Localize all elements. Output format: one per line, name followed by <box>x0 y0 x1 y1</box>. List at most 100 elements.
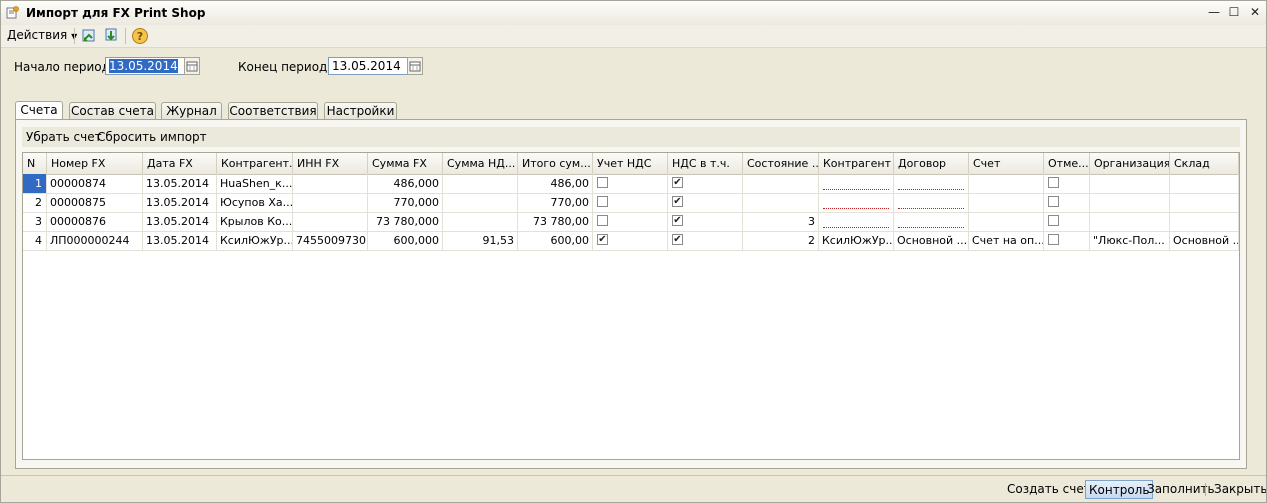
total-cell[interactable]: 770,00 <box>518 193 593 212</box>
counterparty-cell[interactable] <box>819 212 894 231</box>
vat-included-checkbox[interactable]: ✔ <box>668 174 743 193</box>
column-header[interactable]: ИНН FX <box>293 153 368 174</box>
state-cell[interactable] <box>743 174 819 193</box>
export-icon[interactable] <box>102 27 120 45</box>
column-header[interactable]: Номер FX <box>47 153 143 174</box>
mark-checkbox[interactable] <box>1044 174 1090 193</box>
remove-invoice-button[interactable]: Убрать счет <box>26 130 102 144</box>
account-cell[interactable] <box>969 193 1044 212</box>
vat-included-checkbox[interactable]: ✔ <box>668 231 743 250</box>
checkbox[interactable]: ✔ <box>672 234 683 245</box>
counterparty-cell[interactable] <box>819 193 894 212</box>
tab-settings[interactable]: Настройки <box>324 102 397 119</box>
organization-cell[interactable] <box>1090 174 1170 193</box>
fx-counterparty-cell[interactable]: Крылов Ко... <box>217 212 293 231</box>
checkbox[interactable] <box>597 215 608 226</box>
fx-date-cell[interactable]: 13.05.2014 <box>143 174 217 193</box>
import-icon[interactable] <box>80 27 98 45</box>
vat-account-checkbox[interactable]: ✔ <box>593 231 668 250</box>
close-window-button[interactable]: ✕ <box>1247 5 1263 20</box>
tab-invoice-items[interactable]: Состав счета <box>69 102 156 119</box>
calendar-button[interactable] <box>407 57 423 75</box>
end-date-field[interactable]: 13.05.2014 <box>328 57 408 75</box>
contract-cell[interactable] <box>894 174 969 193</box>
total-cell[interactable]: 73 780,00 <box>518 212 593 231</box>
vat-account-checkbox[interactable] <box>593 174 668 193</box>
counterparty-cell[interactable]: КсилЮжУр... <box>819 231 894 250</box>
reset-import-button[interactable]: Сбросить импорт <box>97 130 207 144</box>
column-header[interactable]: Счет <box>969 153 1044 174</box>
tab-invoices[interactable]: Счета <box>15 101 63 120</box>
tab-mappings[interactable]: Соответствия <box>228 102 318 119</box>
organization-cell[interactable] <box>1090 212 1170 231</box>
column-header[interactable]: Контрагент... <box>217 153 293 174</box>
mark-checkbox[interactable] <box>1044 231 1090 250</box>
column-header[interactable]: Отме... <box>1044 153 1090 174</box>
checkbox[interactable] <box>1048 215 1059 226</box>
column-header[interactable]: Состояние ... <box>743 153 819 174</box>
vat-included-checkbox[interactable]: ✔ <box>668 212 743 231</box>
fill-button[interactable]: Заполнить <box>1144 480 1218 499</box>
fx-sum-cell[interactable]: 600,000 <box>368 231 443 250</box>
column-header[interactable]: Организация <box>1090 153 1170 174</box>
fx-number-cell[interactable]: 00000874 <box>47 174 143 193</box>
fx-date-cell[interactable]: 13.05.2014 <box>143 231 217 250</box>
column-header[interactable]: Учет НДС <box>593 153 668 174</box>
close-button[interactable]: Закрыть <box>1211 480 1266 499</box>
warehouse-cell[interactable] <box>1170 174 1239 193</box>
tab-journal[interactable]: Журнал <box>161 102 222 119</box>
vat-sum-cell[interactable] <box>443 212 518 231</box>
column-header[interactable]: Дата FX <box>143 153 217 174</box>
column-header[interactable]: Сумма FX <box>368 153 443 174</box>
checkbox[interactable]: ✔ <box>672 196 683 207</box>
contract-cell[interactable]: Основной ... <box>894 231 969 250</box>
vat-sum-cell[interactable]: 91,53 <box>443 231 518 250</box>
invoices-table[interactable]: N Номер FX Дата FX Контрагент... ИНН FX Сумма… <box>22 152 1240 460</box>
mark-checkbox[interactable] <box>1044 212 1090 231</box>
minimize-button[interactable]: — <box>1206 5 1222 20</box>
vat-account-checkbox[interactable] <box>593 193 668 212</box>
checkbox[interactable] <box>1048 177 1059 188</box>
actions-menu[interactable]: Действия ▼ <box>7 28 77 42</box>
total-cell[interactable]: 486,00 <box>518 174 593 193</box>
contract-cell[interactable] <box>894 212 969 231</box>
table-row[interactable]: 2 00000875 13.05.2014 Юсупов Ха... 770,000 77… <box>23 193 1239 213</box>
fx-inn-cell[interactable] <box>293 174 368 193</box>
start-date-field[interactable]: 13.05.2014 <box>105 57 185 75</box>
mark-checkbox[interactable] <box>1044 193 1090 212</box>
column-header[interactable]: Склад <box>1170 153 1239 174</box>
vat-sum-cell[interactable] <box>443 193 518 212</box>
fx-inn-cell[interactable] <box>293 193 368 212</box>
organization-cell[interactable] <box>1090 193 1170 212</box>
calendar-button[interactable] <box>184 57 200 75</box>
column-header[interactable]: N <box>23 153 47 174</box>
fx-number-cell[interactable]: 00000876 <box>47 212 143 231</box>
row-number-cell[interactable]: 3 <box>23 212 47 231</box>
fx-counterparty-cell[interactable]: КсилЮжУр... <box>217 231 293 250</box>
fx-inn-cell[interactable] <box>293 212 368 231</box>
checkbox[interactable]: ✔ <box>672 215 683 226</box>
account-cell[interactable] <box>969 174 1044 193</box>
vat-sum-cell[interactable] <box>443 174 518 193</box>
column-header[interactable]: Контрагент <box>819 153 894 174</box>
account-cell[interactable] <box>969 212 1044 231</box>
row-number-cell[interactable]: 1 <box>23 174 47 193</box>
column-header[interactable]: Договор <box>894 153 969 174</box>
fx-date-cell[interactable]: 13.05.2014 <box>143 193 217 212</box>
column-header[interactable]: НДС в т.ч. <box>668 153 743 174</box>
table-row[interactable]: 4 ЛП000000244 13.05.2014 КсилЮжУр... 7455009… <box>23 231 1239 251</box>
maximize-button[interactable]: ☐ <box>1226 5 1242 20</box>
fx-date-cell[interactable]: 13.05.2014 <box>143 212 217 231</box>
warehouse-cell[interactable]: Основной ... <box>1170 231 1239 250</box>
fx-counterparty-cell[interactable]: HuaShen_к... <box>217 174 293 193</box>
row-number-cell[interactable]: 2 <box>23 193 47 212</box>
vat-included-checkbox[interactable]: ✔ <box>668 193 743 212</box>
column-header[interactable]: Сумма НД... <box>443 153 518 174</box>
table-row[interactable]: 1 00000874 13.05.2014 HuaShen_к... 486,000 48… <box>23 174 1239 194</box>
organization-cell[interactable]: "Люкс-Пол... <box>1090 231 1170 250</box>
fx-sum-cell[interactable]: 486,000 <box>368 174 443 193</box>
account-cell[interactable]: Счет на оп... <box>969 231 1044 250</box>
fx-number-cell[interactable]: 00000875 <box>47 193 143 212</box>
column-header[interactable]: Итого сум... <box>518 153 593 174</box>
checkbox[interactable]: ✔ <box>597 234 608 245</box>
